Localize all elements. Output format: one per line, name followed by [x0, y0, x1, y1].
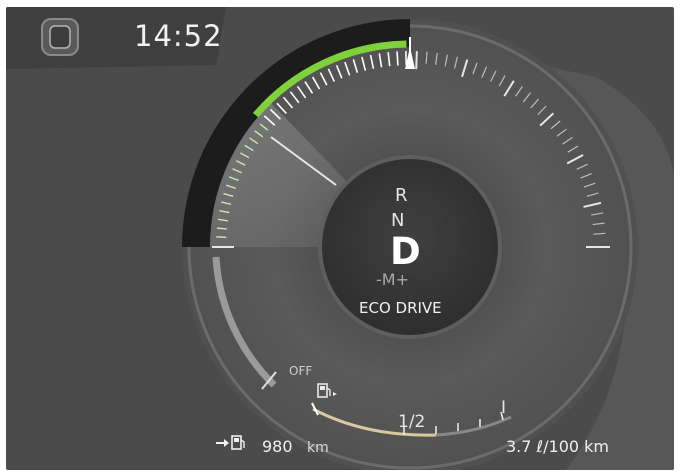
power-tick — [216, 227, 227, 230]
fuel-full-label: I — [501, 398, 507, 418]
range-value: 980 — [262, 437, 293, 456]
power-off-label: OFF — [289, 364, 313, 378]
major-tick — [415, 51, 418, 70]
instrument-cluster-display: 14:52 R N D -M+ ECO DRIVE OFF 1/2 I 980 … — [6, 7, 674, 470]
range-fuel-icon — [216, 435, 245, 450]
gear-manual: -M+ — [376, 270, 409, 289]
drive-mode-label: ECO DRIVE — [359, 299, 442, 317]
power-tick — [216, 236, 227, 239]
fuel-consumption: 3.7 ℓ/100 km — [506, 437, 610, 456]
gear-neutral: N — [391, 210, 405, 231]
range-unit: km — [307, 440, 329, 456]
gear-reverse: R — [395, 185, 408, 206]
clock: 14:52 — [134, 19, 223, 53]
gear-drive-selected: D — [390, 230, 421, 273]
fuel-half-label: 1/2 — [398, 412, 426, 432]
gauge-artwork — [6, 7, 674, 470]
home-square-icon[interactable] — [36, 16, 84, 58]
eco-tick — [396, 51, 399, 66]
minor-tick — [593, 232, 606, 235]
